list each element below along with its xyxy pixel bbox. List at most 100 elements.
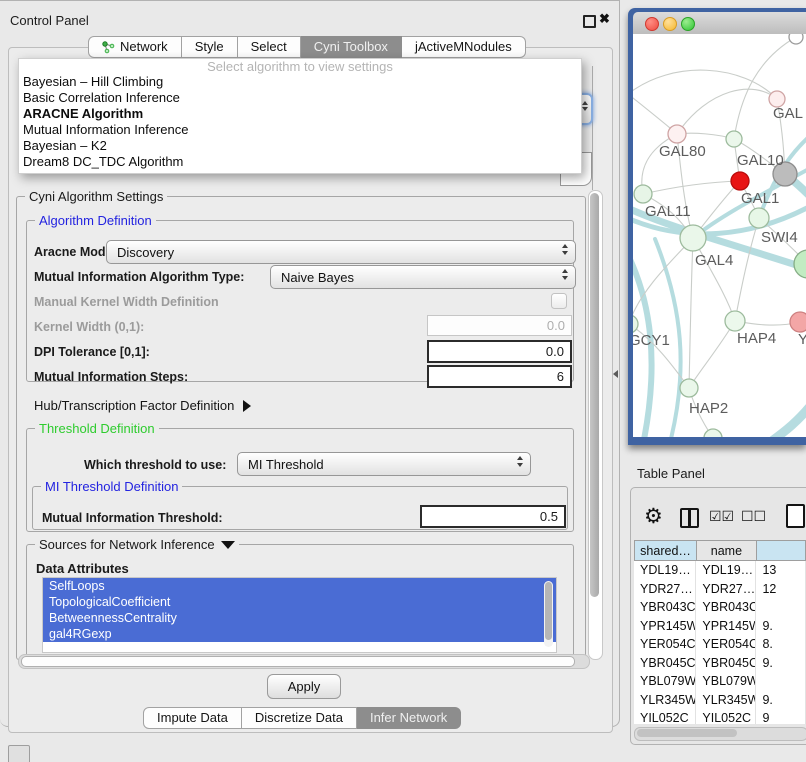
algorithm-option-1[interactable]: Basic Correlation Inference [19,90,581,106]
document-icon[interactable] [786,504,805,528]
network-node-14[interactable] [704,429,722,437]
close-icon[interactable]: ✖ [599,11,610,27]
which-threshold-combo[interactable]: MI Threshold [237,452,531,476]
manual-kernel-checkbox[interactable] [551,293,567,309]
attribute-list-scrollbar[interactable] [544,581,553,647]
aracne-mode-value: Discovery [117,245,174,260]
data-attribute-item-3[interactable]: gal4RGexp [43,626,556,642]
mac-close-button[interactable] [645,17,659,31]
table-row[interactable]: YLR345WYLR345W9. [634,691,806,710]
bottom-tabbar: Impute DataDiscretize DataInfer Network [143,707,461,729]
apply-button[interactable]: Apply [267,674,341,699]
splitter-collapse-icon[interactable] [613,370,618,378]
mac-zoom-button[interactable] [681,17,695,31]
tab-jactivemnodules[interactable]: jActiveMNodules [402,36,526,58]
network-node-GAL11[interactable] [634,185,652,203]
data-attributes-list[interactable]: SelfLoopsTopologicalCoefficientBetweenne… [42,577,557,653]
aracne-mode-label: Aracne Mode: [34,245,117,259]
columns-icon[interactable] [680,508,699,528]
table-cell: YBL079W [696,672,756,691]
tab-infer-network[interactable]: Infer Network [357,707,461,729]
unchecked-boxes-icon[interactable]: ☐☐ [741,508,766,525]
tab-cyni-toolbox[interactable]: Cyni Toolbox [301,36,402,58]
float-icon[interactable] [583,15,596,28]
table-body[interactable]: YDL19…YDL19…13YDR27…YDR27…12YBR043CYBR04… [634,561,806,724]
settings-vertical-scrollbar[interactable] [588,190,603,660]
network-node-Y[interactable] [790,312,806,332]
expand-right-triangle-icon[interactable] [243,400,251,412]
table-cell: 9. [756,654,806,673]
threshold-definition-legend: Threshold Definition [35,421,159,436]
table-cell: YBR043C [634,598,696,617]
table-horizontal-scrollbar[interactable] [634,727,806,741]
algorithm-definition-legend: Algorithm Definition [35,213,156,228]
dpi-tolerance-field[interactable]: 0.0 [427,340,572,363]
network-node-GAL80[interactable] [668,125,686,143]
mi-steps-field[interactable]: 6 [427,365,572,388]
aracne-mode-combo[interactable]: Discovery [106,240,576,264]
algorithm-option-0[interactable]: Bayesian – Hill Climbing [19,74,581,90]
table-cell: 9 [756,709,806,724]
hub-definition-row[interactable]: Hub/Transcription Factor Definition [34,398,251,413]
tab-impute-data[interactable]: Impute Data [143,707,242,729]
data-attribute-item-0[interactable]: SelfLoops [43,578,556,594]
node-label-GAL: GAL [773,105,803,122]
mi-threshold-label: Mutual Information Threshold: [42,511,223,525]
tab-style[interactable]: Style [182,36,238,58]
algorithm-option-2[interactable]: ARACNE Algorithm [19,106,581,122]
collapsed-panel-icon[interactable] [8,745,30,762]
gear-icon[interactable]: ⚙ [644,504,663,529]
network-node-SWI4[interactable] [749,208,769,228]
sources-legend: Sources for Network Inference [35,537,239,552]
table-cell: 13 [756,561,806,580]
network-node-0[interactable] [789,34,803,44]
mac-minimize-button[interactable] [663,17,677,31]
table-row[interactable]: YBL079WYBL079W [634,672,806,691]
network-node-HAP2[interactable] [680,379,698,397]
column-header-1[interactable]: name [697,540,757,561]
table-cell: YDR27… [696,580,756,599]
node-label-GAL11: GAL11 [645,203,691,220]
node-label-GAL10: GAL10 [737,152,784,169]
network-node-GAL1[interactable] [731,172,749,190]
network-node-GAL10[interactable] [726,131,742,147]
table-row[interactable]: YBR045CYBR045C9. [634,654,806,673]
column-header-0[interactable]: shared… [634,540,697,561]
algorithm-popup-placeholder: Select algorithm to view settings [19,59,581,74]
settings-horizontal-scrollbar[interactable] [18,654,590,669]
tab-discretize-data[interactable]: Discretize Data [242,707,357,729]
network-node-HAP4[interactable] [725,311,745,331]
mi-type-combo[interactable]: Naive Bayes [270,265,576,289]
mi-threshold-definition-legend: MI Threshold Definition [41,479,182,494]
table-row[interactable]: YER054CYER054C8. [634,635,806,654]
algorithm-option-3[interactable]: Mutual Information Inference [19,122,581,138]
node-label-Y: Y [798,331,806,348]
tab-select[interactable]: Select [238,36,301,58]
collapse-down-triangle-icon[interactable] [221,541,235,549]
table-row[interactable]: YIL052CYIL052C9 [634,709,806,724]
algorithm-option-4[interactable]: Bayesian – K2 [19,138,581,154]
network-view-titlebar[interactable] [633,12,806,35]
data-attribute-item-2[interactable]: BetweennessCentrality [43,610,556,626]
algorithm-option-5[interactable]: Dream8 DC_TDC Algorithm [19,154,581,170]
data-attribute-item-1[interactable]: TopologicalCoefficient [43,594,556,610]
table-row[interactable]: YDR27…YDR27…12 [634,580,806,599]
tab-network[interactable]: Network [88,36,182,58]
table-cell: YBL079W [634,672,696,691]
table-cell: YER054C [634,635,696,654]
mi-steps-label: Mutual Information Steps: [34,370,188,384]
network-canvas[interactable]: GALGAL80GAL10GAL1GAL11SWI4GAL4GCY1HAP4YH… [633,34,806,437]
table-cell: YLR345W [634,691,696,710]
combo-spinner-icon [517,456,523,467]
table-row[interactable]: YDL19…YDL19…13 [634,561,806,580]
checked-boxes-icon[interactable]: ☑☑ [709,508,734,525]
table-cell: YDR27… [634,580,696,599]
mi-threshold-field[interactable]: 0.5 [420,505,566,528]
network-node-8[interactable] [794,250,806,278]
column-header-2[interactable] [757,540,806,561]
table-row[interactable]: YPR145WYPR145W9. [634,617,806,636]
dpi-tolerance-label: DPI Tolerance [0,1]: [34,345,150,359]
which-threshold-value: MI Threshold [248,457,324,472]
table-row[interactable]: YBR043CYBR043C [634,598,806,617]
network-node-GAL4[interactable] [680,225,706,251]
